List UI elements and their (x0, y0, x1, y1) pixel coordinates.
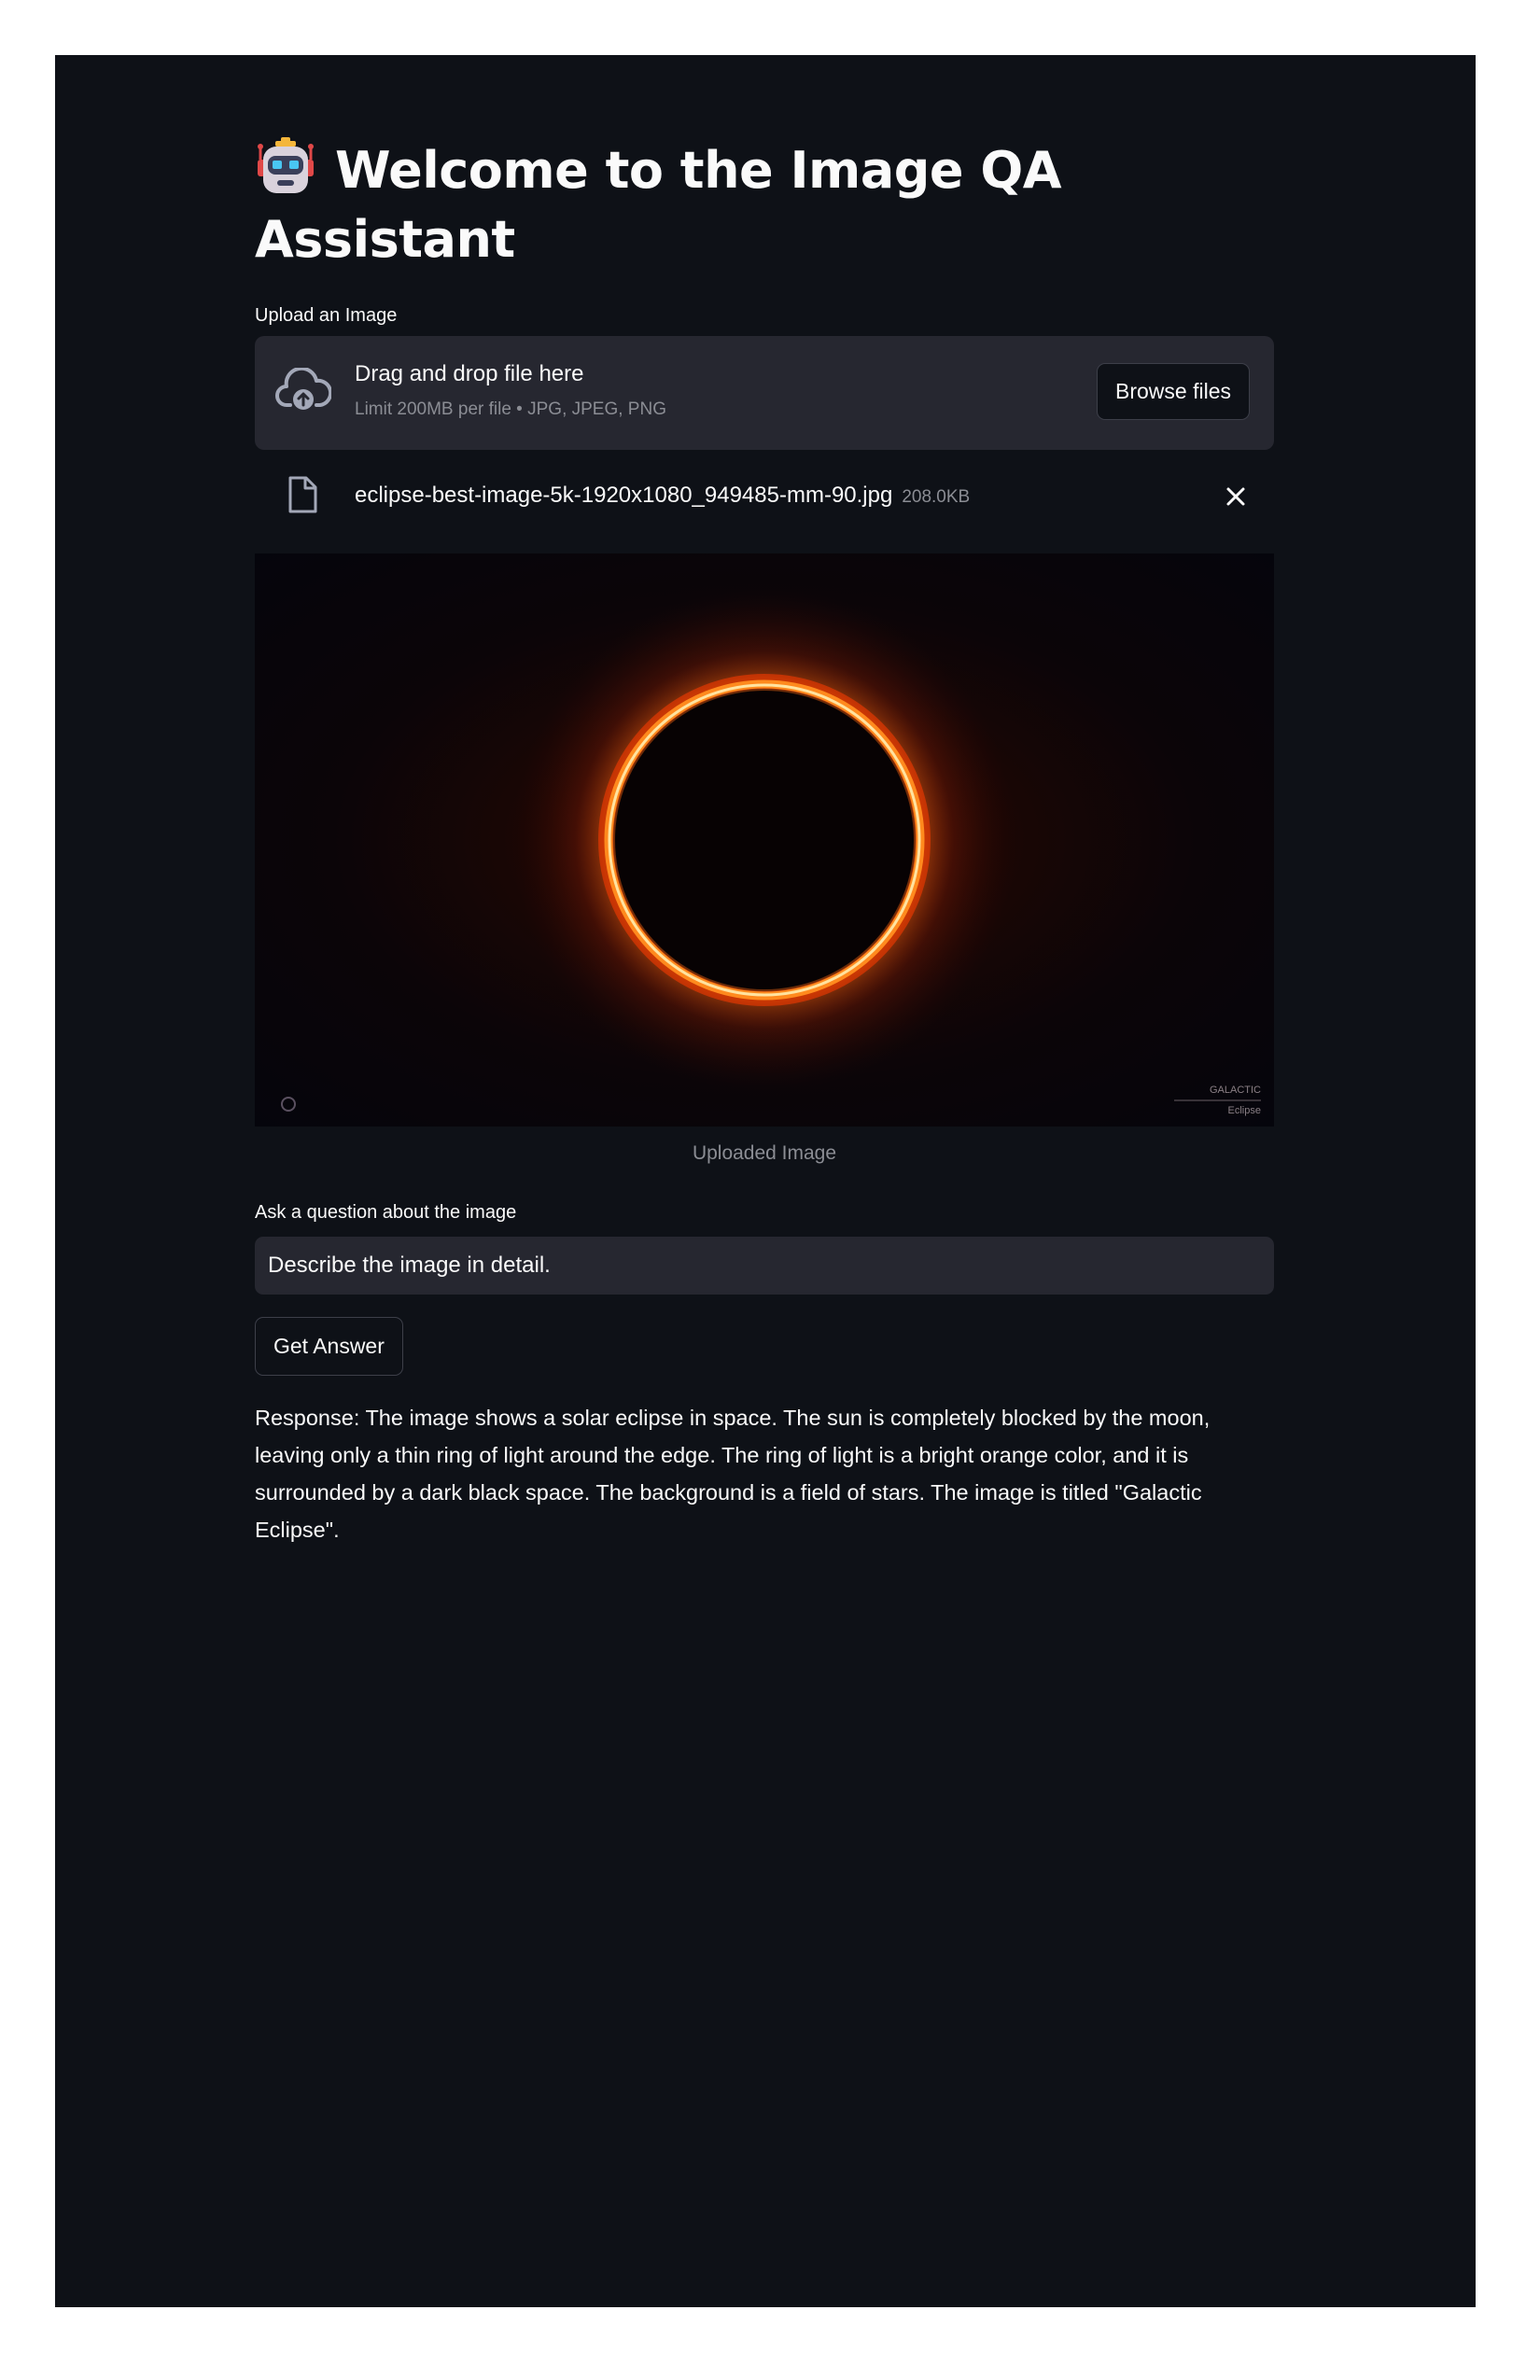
cloud-upload-icon (275, 368, 331, 410)
uploaded-image: GALACTIC Eclipse (255, 553, 1274, 1127)
uploaded-file-size: 208.0KB (902, 487, 971, 507)
close-icon[interactable] (1224, 484, 1248, 509)
image-caption: Uploaded Image (692, 1142, 837, 1164)
watermark-line2: Eclipse (1228, 1105, 1261, 1116)
app-container: Welcome to the Image QA Assistant Upload… (55, 55, 1476, 2307)
browse-files-button[interactable]: Browse files (1097, 363, 1250, 420)
robot-face-icon (258, 137, 314, 193)
uploaded-file-row: eclipse-best-image-5k-1920x1080_949485-m… (255, 466, 1274, 527)
file-name-wrapper: eclipse-best-image-5k-1920x1080_949485-m… (355, 483, 970, 509)
question-input[interactable] (255, 1237, 1274, 1295)
file-icon (288, 476, 317, 513)
watermark-line1: GALACTIC (1210, 1085, 1261, 1096)
response-text: Response: The image shows a solar eclips… (255, 1406, 1211, 1542)
get-answer-button[interactable]: Get Answer (255, 1317, 403, 1376)
file-dropzone[interactable]: Drag and drop file here Limit 200MB per … (255, 336, 1274, 450)
page-title-text: Welcome to the Image QA Assistant (255, 141, 1062, 269)
upload-label: Upload an Image (255, 305, 398, 326)
uploaded-file-name: eclipse-best-image-5k-1920x1080_949485-m… (355, 483, 893, 508)
question-label: Ask a question about the image (255, 1202, 517, 1223)
dropzone-instructions: Drag and drop file here (355, 361, 584, 386)
eclipse-image: GALACTIC Eclipse (281, 588, 1261, 1116)
page-title: Welcome to the Image QA Assistant (255, 135, 1095, 274)
dropzone-limit: Limit 200MB per file • JPG, JPEG, PNG (355, 399, 666, 419)
